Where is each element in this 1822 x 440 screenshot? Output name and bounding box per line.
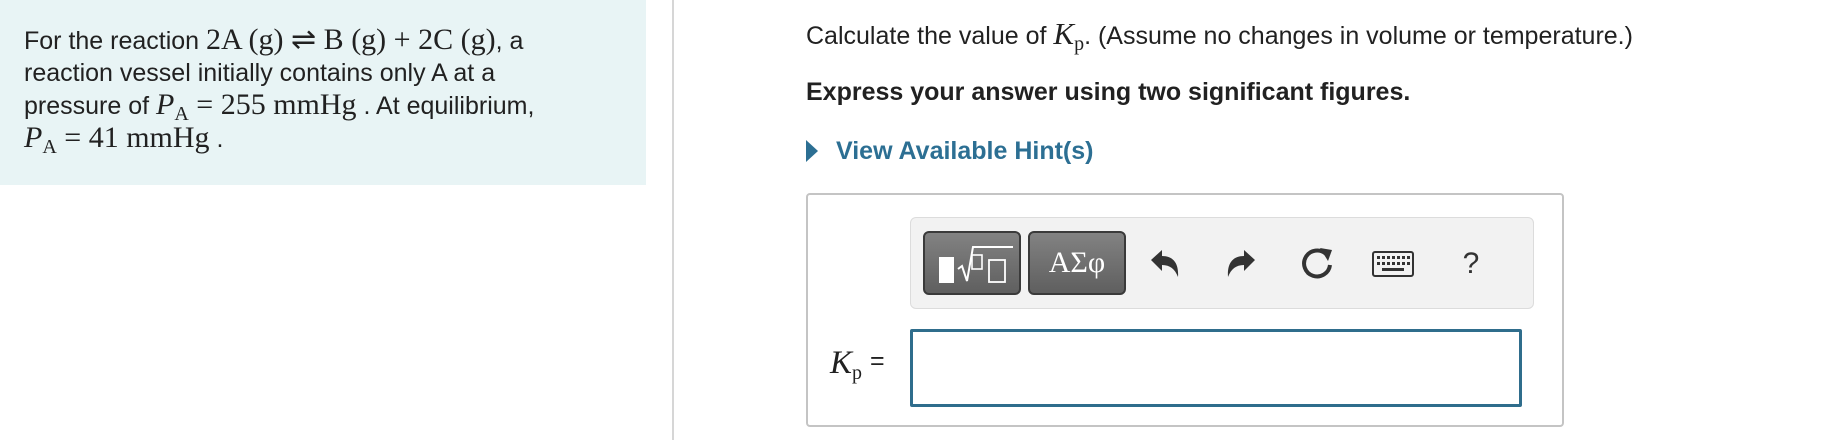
instruction-text: Calculate the value of xyxy=(806,22,1054,50)
question-instruction: Calculate the value of Kp. (Assume no ch… xyxy=(806,16,1633,54)
equilibrium-pressure-value: 41 mmHg xyxy=(88,121,210,154)
instruction-text: . (Assume no changes in volume or temper… xyxy=(1084,22,1633,50)
problem-text: For the reaction xyxy=(24,27,207,55)
product-1: B xyxy=(323,23,344,56)
answer-format-note: Express your answer using two significan… xyxy=(806,78,1411,106)
caret-right-icon xyxy=(806,140,818,162)
problem-statement-panel: For the reaction 2A (g) ⇌ B (g) + 2C (g)… xyxy=(0,0,646,185)
reactant-coefficient: 2 xyxy=(206,23,222,56)
problem-text: pressure of xyxy=(24,92,157,120)
templates-icon xyxy=(939,246,1013,283)
product-2: C xyxy=(433,23,454,56)
reset-icon xyxy=(1302,248,1332,279)
pressure-subscript: A xyxy=(42,136,57,158)
redo-icon xyxy=(1227,250,1255,277)
keyboard-button[interactable] xyxy=(1367,238,1419,290)
view-hints-link[interactable]: View Available Hint(s) xyxy=(806,137,1093,166)
problem-line-3: pressure of PA = 255 mmHg . At equilibri… xyxy=(24,88,646,125)
equilibrium-arrow: ⇌ xyxy=(291,23,317,56)
product-2-coefficient: 2 xyxy=(418,23,434,56)
product-2-phase: (g) xyxy=(460,23,496,56)
equilibrium-pressure-expression: PA = 41 mmHg xyxy=(24,121,210,158)
initial-pressure-expression: PA = 255 mmHg xyxy=(156,88,357,125)
answer-box: ΑΣφ ? Kp = xyxy=(806,193,1564,427)
redo-button[interactable] xyxy=(1215,238,1267,290)
pressure-symbol: P xyxy=(24,121,43,154)
kp-answer-input[interactable] xyxy=(910,329,1522,407)
templates-button[interactable] xyxy=(923,231,1021,295)
reactant: A xyxy=(221,23,242,56)
plus-sign: + xyxy=(393,23,411,56)
keyboard-icon xyxy=(1372,251,1414,277)
p-subscript: p xyxy=(852,362,863,384)
problem-line-1: For the reaction 2A (g) ⇌ B (g) + 2C (g)… xyxy=(24,24,646,57)
column-divider xyxy=(672,0,674,440)
k-letter: K xyxy=(830,345,853,381)
reaction-equation: 2A (g) ⇌ B (g) + 2C (g) xyxy=(206,23,496,56)
kp-label: Kp xyxy=(830,345,863,384)
reactant-phase: (g) xyxy=(248,23,284,56)
p-subscript: p xyxy=(1074,33,1085,55)
symbols-button[interactable]: ΑΣφ xyxy=(1028,231,1126,295)
equals-sign: = xyxy=(196,88,214,121)
problem-line-4: PA = 41 mmHg . xyxy=(24,121,646,158)
kp-symbol: Kp xyxy=(1053,16,1084,54)
k-letter: K xyxy=(1053,16,1075,51)
undo-button[interactable] xyxy=(1139,238,1191,290)
equals-sign: = xyxy=(870,347,885,375)
reset-button[interactable] xyxy=(1291,238,1343,290)
problem-text: . At equilibrium, xyxy=(356,92,535,120)
equals-sign: = xyxy=(64,121,82,154)
pressure-symbol: P xyxy=(156,88,175,121)
help-button[interactable]: ? xyxy=(1445,238,1497,290)
math-toolbar: ΑΣφ ? xyxy=(910,217,1534,309)
initial-pressure-value: 255 mmHg xyxy=(220,88,357,121)
hint-link-label: View Available Hint(s) xyxy=(836,137,1094,165)
problem-text: . xyxy=(209,125,224,153)
answer-label: Kp = xyxy=(830,345,885,384)
problem-text: , a xyxy=(495,27,524,55)
product-1-phase: (g) xyxy=(351,23,387,56)
undo-icon xyxy=(1151,250,1179,277)
problem-line-2: reaction vessel initially contains only … xyxy=(24,59,496,87)
